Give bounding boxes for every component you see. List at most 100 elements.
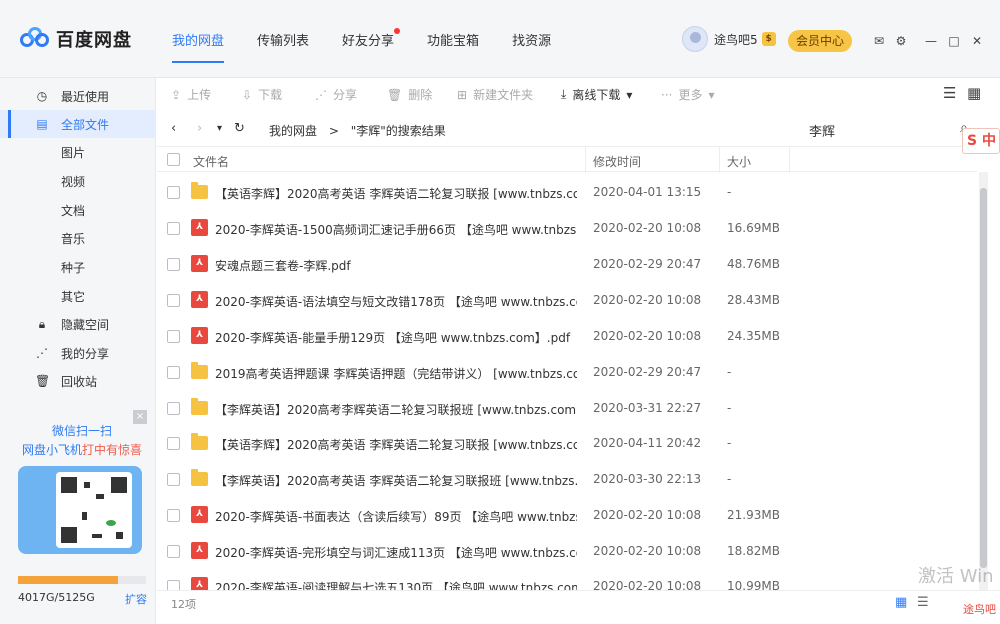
row-checkbox[interactable]	[167, 580, 180, 590]
list-item[interactable]: ⅄ 2020-李辉英语-能量手册129页 【途鸟吧 www.tnbzs.com】…	[157, 318, 977, 354]
sidebar-item-recent[interactable]: ◷ 最近使用	[0, 82, 156, 110]
history-dropdown-icon[interactable]: ▾	[217, 123, 222, 134]
list-header: 文件名 修改时间 大小	[157, 146, 977, 173]
tab-my-disk[interactable]: 我的网盘	[172, 30, 225, 63]
forward-icon[interactable]: ›	[197, 121, 202, 136]
new-folder-button[interactable]: ⊞ 新建文件夹	[457, 86, 533, 103]
user-profile[interactable]: 途鸟吧5 $	[682, 26, 776, 52]
file-modified: 2020-02-20 10:08	[593, 221, 702, 235]
file-name[interactable]: 【英语李辉】2020高考英语 李辉英语二轮复习联报 [www.tnbzs.com…	[215, 436, 577, 453]
file-name[interactable]: 2020-李辉英语-1500高频词汇速记手册66页 【途鸟吧 www.tnbzs…	[215, 221, 577, 238]
sidebar-item-videos[interactable]: 视频	[0, 167, 156, 195]
list-item[interactable]: ⅄ 安魂点题三套卷-李辉.pdf 2020-02-29 20:47 48.76M…	[157, 246, 977, 282]
username[interactable]: 途鸟吧5	[714, 31, 758, 48]
row-checkbox[interactable]	[167, 402, 180, 415]
grid-view-icon[interactable]: ▦	[967, 84, 981, 102]
sidebar-item-other[interactable]: 其它	[0, 282, 156, 310]
list-item[interactable]: ⅄ 2020-李辉英语-完形填空与词汇速成113页 【途鸟吧 www.tnbzs…	[157, 533, 977, 569]
file-name[interactable]: 【英语李辉】2020高考英语 李辉英语二轮复习联报 [www.tnbzs.com…	[215, 185, 577, 202]
input-method-badge[interactable]: S 中	[962, 128, 1000, 154]
select-all-checkbox[interactable]	[167, 153, 180, 166]
file-modified: 2020-02-20 10:08	[593, 508, 702, 522]
sidebar-item-documents[interactable]: 文档	[0, 196, 156, 224]
column-modified[interactable]: 修改时间	[593, 153, 641, 170]
upload-button[interactable]: ⇪ 上传	[171, 86, 211, 103]
sidebar-item-all-files[interactable]: ▤ 全部文件	[0, 110, 156, 138]
file-size: 48.76MB	[727, 257, 780, 271]
storage-text: 4017G/5125G	[18, 591, 95, 604]
sidebar-item-images[interactable]: 图片	[0, 138, 156, 166]
refresh-icon[interactable]: ↻	[234, 121, 245, 136]
list-item[interactable]: 【李辉英语】2020高考李辉英语二轮复习联报班 [www.tnbzs.com] …	[157, 390, 977, 426]
file-modified: 2020-02-20 10:08	[593, 329, 702, 343]
share-button[interactable]: ⋰ 分享	[315, 86, 357, 103]
file-name[interactable]: 【李辉英语】2020高考英语 李辉英语二轮复习联报班 [www.tnbzs.co…	[215, 472, 577, 489]
file-name[interactable]: 2020-李辉英语-语法填空与短文改错178页 【途鸟吧 www.tnbzs.c…	[215, 293, 577, 310]
list-item[interactable]: 2019高考英语押题课 李辉英语押题（完结带讲义） [www.tnbzs.com…	[157, 354, 977, 390]
row-checkbox[interactable]	[167, 509, 180, 522]
offline-download-button[interactable]: ⤓ 离线下载 ▾	[561, 86, 638, 103]
row-checkbox[interactable]	[167, 186, 180, 199]
row-checkbox[interactable]	[167, 294, 180, 307]
member-center-button[interactable]: 会员中心	[788, 30, 852, 52]
tab-toolbox[interactable]: 功能宝箱	[427, 30, 479, 49]
sidebar-item-music[interactable]: 音乐	[0, 224, 156, 252]
row-checkbox[interactable]	[167, 330, 180, 343]
breadcrumb-root[interactable]: 我的网盘	[269, 124, 317, 138]
list-view-icon[interactable]: ☰	[917, 595, 929, 610]
delete-button[interactable]: 🗑︎ 删除	[387, 86, 432, 103]
row-checkbox[interactable]	[167, 366, 180, 379]
file-size: -	[727, 401, 732, 415]
file-name[interactable]: 2020-李辉英语-完形填空与词汇速成113页 【途鸟吧 www.tnbzs.c…	[215, 544, 577, 561]
sidebar-item-torrents[interactable]: 种子	[0, 253, 156, 281]
sidebar-item-hidden-space[interactable]: 🔒︎ 隐藏空间	[0, 310, 156, 338]
row-checkbox[interactable]	[167, 545, 180, 558]
file-name[interactable]: 安魂点题三套卷-李辉.pdf	[215, 257, 577, 274]
file-name[interactable]: 【李辉英语】2020高考李辉英语二轮复习联报班 [www.tnbzs.com]	[215, 401, 577, 418]
sidebar-item-label: 视频	[61, 174, 86, 189]
mail-icon[interactable]: ✉	[872, 34, 886, 48]
tab-find-resources[interactable]: 找资源	[512, 30, 551, 49]
list-item[interactable]: ⅄ 2020-李辉英语-书面表达（含读后续写）89页 【途鸟吧 www.tnbz…	[157, 497, 977, 533]
list-item[interactable]: ⅄ 2020-李辉英语-阅读理解与七选五130页 【途鸟吧 www.tnbzs.…	[157, 568, 977, 590]
sidebar-item-my-shares[interactable]: ⋰ 我的分享	[0, 339, 156, 367]
row-checkbox[interactable]	[167, 258, 180, 271]
path-bar: ‹ › ▾ ↻ 我的网盘 > "李辉"的搜索结果 李辉 ⌕	[157, 116, 1000, 142]
grid-view-icon[interactable]: ▦	[895, 595, 907, 610]
folder-icon	[191, 182, 208, 199]
download-button[interactable]: ⇩ 下载	[242, 86, 282, 103]
avatar[interactable]	[682, 26, 708, 52]
tab-transfer-list[interactable]: 传输列表	[257, 30, 309, 49]
back-icon[interactable]: ‹	[171, 121, 176, 136]
search-input[interactable]: 李辉	[809, 121, 835, 140]
list-item[interactable]: 【英语李辉】2020高考英语 李辉英语二轮复习联报 [www.tnbzs.com…	[157, 425, 977, 461]
offline-download-label: 离线下载	[572, 88, 621, 102]
file-size: 18.82MB	[727, 544, 780, 558]
row-checkbox[interactable]	[167, 473, 180, 486]
scrollbar[interactable]	[979, 172, 988, 612]
more-button[interactable]: ··· 更多 ▾	[661, 86, 721, 103]
file-name[interactable]: 2020-李辉英语-能量手册129页 【途鸟吧 www.tnbzs.com】.p…	[215, 329, 577, 346]
list-item[interactable]: 【李辉英语】2020高考英语 李辉英语二轮复习联报班 [www.tnbzs.co…	[157, 461, 977, 497]
row-checkbox[interactable]	[167, 437, 180, 450]
close-icon[interactable]: ✕	[970, 34, 984, 48]
minimize-icon[interactable]: —	[924, 34, 938, 48]
scroll-thumb[interactable]	[980, 188, 987, 568]
wechat-promo[interactable]: × 微信扫一扫 网盘小飞机打中有惊喜	[18, 410, 147, 554]
settings-icon[interactable]: ⚙	[894, 34, 908, 48]
sort-icon[interactable]: ☰	[943, 84, 956, 102]
maximize-icon[interactable]: □	[947, 34, 961, 48]
column-size[interactable]: 大小	[727, 153, 751, 170]
column-name[interactable]: 文件名	[193, 153, 229, 170]
file-name[interactable]: 2019高考英语押题课 李辉英语押题（完结带讲义） [www.tnbzs.com…	[215, 365, 577, 382]
list-item[interactable]: ⅄ 2020-李辉英语-语法填空与短文改错178页 【途鸟吧 www.tnbzs…	[157, 282, 977, 318]
file-name[interactable]: 2020-李辉英语-书面表达（含读后续写）89页 【途鸟吧 www.tnbzs.…	[215, 508, 577, 525]
tab-friend-share[interactable]: 好友分享	[342, 28, 401, 49]
file-name[interactable]: 2020-李辉英语-阅读理解与七选五130页 【途鸟吧 www.tnbzs.co…	[215, 579, 577, 590]
promo-close-icon[interactable]: ×	[133, 410, 147, 424]
row-checkbox[interactable]	[167, 222, 180, 235]
list-item[interactable]: ⅄ 2020-李辉英语-1500高频词汇速记手册66页 【途鸟吧 www.tnb…	[157, 210, 977, 246]
sidebar-item-recycle-bin[interactable]: 🗑︎ 回收站	[0, 367, 156, 395]
list-item[interactable]: 【英语李辉】2020高考英语 李辉英语二轮复习联报 [www.tnbzs.com…	[157, 174, 977, 210]
expand-storage-link[interactable]: 扩容	[125, 591, 147, 607]
